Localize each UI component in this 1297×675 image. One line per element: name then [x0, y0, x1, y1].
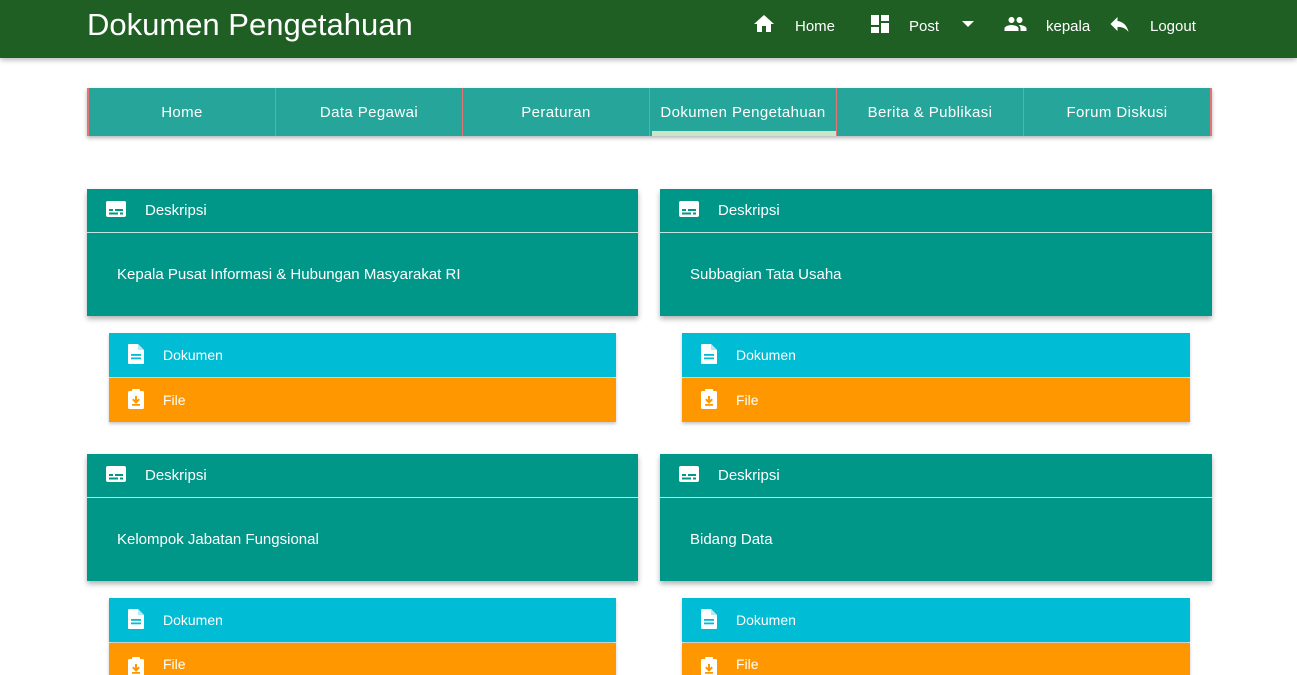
knowledge-card: Deskripsi Kelompok Jabatan Fungsional	[87, 454, 638, 581]
caret-down-icon[interactable]	[961, 17, 975, 35]
clipboard-download-icon	[127, 388, 163, 413]
nav-logout-label: Logout	[1150, 17, 1196, 35]
knowledge-card: Deskripsi Kepala Pusat Informasi & Hubun…	[87, 189, 638, 316]
knowledge-card: Deskripsi Bidang Data	[660, 454, 1212, 581]
top-app-bar: Dokumen Pengetahuan Home Post kepala Log…	[0, 0, 1297, 58]
file-button[interactable]: File	[109, 378, 616, 422]
description-icon	[127, 608, 163, 633]
tab-label: Berita & Publikasi	[867, 103, 993, 121]
dokumen-button[interactable]: Dokumen	[682, 598, 1190, 642]
tab-data-pegawai[interactable]: Data Pegawai	[275, 88, 462, 136]
card-header: Deskripsi	[660, 454, 1212, 498]
main-tab-bar: Home Data Pegawai Peraturan Dokumen Peng…	[87, 88, 1212, 136]
knowledge-card: Deskripsi Subbagian Tata Usaha	[660, 189, 1212, 316]
dokumen-button[interactable]: Dokumen	[109, 333, 616, 377]
description-icon	[700, 343, 736, 368]
description-icon	[127, 343, 163, 368]
tab-peraturan[interactable]: Peraturan	[462, 88, 649, 136]
tab-label: Home	[161, 103, 203, 121]
file-label: File	[163, 392, 186, 408]
tab-label: Peraturan	[521, 103, 591, 121]
subtitles-icon	[678, 465, 718, 487]
tab-home[interactable]: Home	[87, 88, 275, 136]
file-label: File	[736, 392, 759, 408]
clipboard-download-icon	[700, 388, 736, 413]
tab-label: Data Pegawai	[319, 103, 419, 121]
card-heading: Deskripsi	[718, 202, 780, 219]
reply-icon	[1107, 12, 1132, 40]
nav-home-label: Home	[795, 17, 836, 35]
file-label: File	[736, 656, 759, 672]
nav-post-label: Post	[909, 17, 940, 35]
card-description: Subbagian Tata Usaha	[690, 266, 842, 283]
nav-post-menu[interactable]: Post	[868, 0, 975, 52]
subtitles-icon	[105, 200, 145, 222]
home-icon	[751, 12, 777, 40]
nav-user-link[interactable]: kepala	[1002, 0, 1090, 52]
card-heading: Deskripsi	[145, 202, 207, 219]
card-header: Deskripsi	[660, 189, 1212, 233]
dokumen-button[interactable]: Dokumen	[109, 598, 616, 642]
clipboard-download-icon	[700, 656, 736, 675]
subtitles-icon	[105, 465, 145, 487]
clipboard-download-icon	[127, 656, 163, 675]
tab-forum-diskusi[interactable]: Forum Diskusi	[1023, 88, 1212, 136]
subtitles-icon	[678, 200, 718, 222]
description-icon	[700, 608, 736, 633]
tab-berita-publikasi[interactable]: Berita & Publikasi	[836, 88, 1023, 136]
dokumen-label: Dokumen	[163, 347, 223, 363]
dokumen-label: Dokumen	[736, 612, 796, 628]
dokumen-label: Dokumen	[163, 612, 223, 628]
nav-user-label: kepala	[1046, 17, 1091, 35]
nav-logout-link[interactable]: Logout	[1107, 0, 1196, 52]
card-header: Deskripsi	[87, 189, 638, 233]
card-description: Kelompok Jabatan Fungsional	[117, 531, 319, 548]
file-button[interactable]: File	[109, 643, 616, 675]
dokumen-button[interactable]: Dokumen	[682, 333, 1190, 377]
dashboard-icon	[868, 12, 892, 40]
dokumen-label: Dokumen	[736, 347, 796, 363]
nav-home-link[interactable]: Home	[751, 0, 835, 52]
people-icon	[1002, 12, 1029, 40]
card-description: Bidang Data	[690, 531, 773, 548]
file-button[interactable]: File	[682, 643, 1190, 675]
card-description: Kepala Pusat Informasi & Hubungan Masyar…	[117, 266, 461, 283]
card-header: Deskripsi	[87, 454, 638, 498]
tab-label: Forum Diskusi	[1066, 103, 1168, 121]
app-title: Dokumen Pengetahuan	[87, 7, 413, 42]
card-heading: Deskripsi	[145, 467, 207, 484]
tab-dokumen-pengetahuan[interactable]: Dokumen Pengetahuan	[649, 88, 836, 136]
file-label: File	[163, 656, 186, 672]
card-heading: Deskripsi	[718, 467, 780, 484]
tab-label: Dokumen Pengetahuan	[660, 103, 826, 121]
file-button[interactable]: File	[682, 378, 1190, 422]
